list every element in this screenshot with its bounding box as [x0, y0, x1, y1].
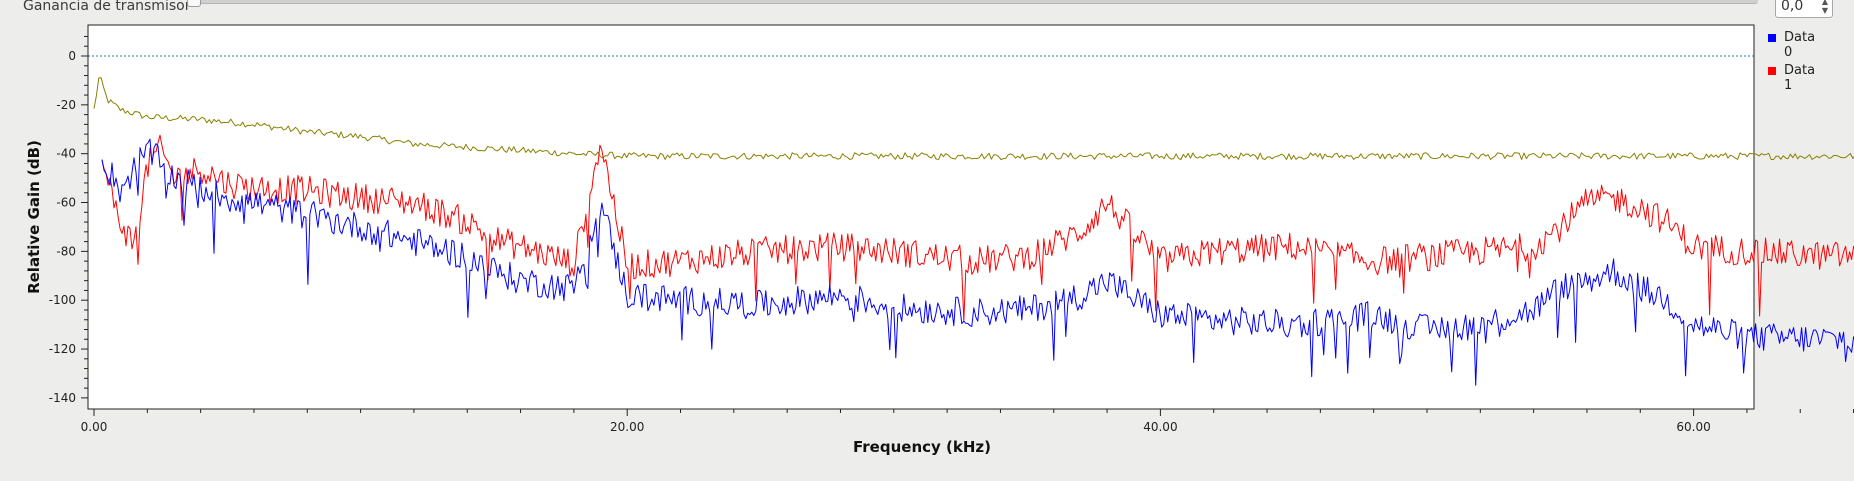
y-tick-label: 0 [68, 49, 76, 63]
x-axis: 0.0020.0040.0060.0080.00100.00120.00 [81, 408, 1854, 434]
x-axis-label: Frequency (kHz) [853, 438, 991, 456]
legend-label: Data 0 [1784, 30, 1816, 60]
y-tick-label: -60 [56, 196, 76, 210]
x-tick-label: 40.00 [1143, 420, 1177, 434]
y-axis: 0 -20 -40 -60 -80 -100 -120 -140 [49, 25, 89, 409]
legend-swatch-data-0 [1768, 34, 1776, 42]
y-tick-label: -40 [56, 147, 76, 161]
x-tick-label: 20.00 [610, 420, 644, 434]
legend-swatch-data-1 [1768, 67, 1776, 75]
y-tick-label: -120 [49, 342, 76, 356]
y-tick-label: -20 [56, 98, 76, 112]
spectrum-chart: 0 -20 -40 -60 -80 -100 -120 -140 0.00 20.00 40.00… [25, 24, 1854, 456]
y-tick-label: -100 [49, 293, 76, 307]
y-axis-label: Relative Gain (dB) [25, 140, 43, 294]
x-tick-label: 60.00 [1676, 420, 1710, 434]
y-tick-label: -80 [56, 244, 76, 258]
x-tick-label: 0.00 [81, 420, 108, 434]
legend-label: Data 1 [1784, 63, 1816, 93]
y-tick-label: -140 [49, 391, 76, 405]
